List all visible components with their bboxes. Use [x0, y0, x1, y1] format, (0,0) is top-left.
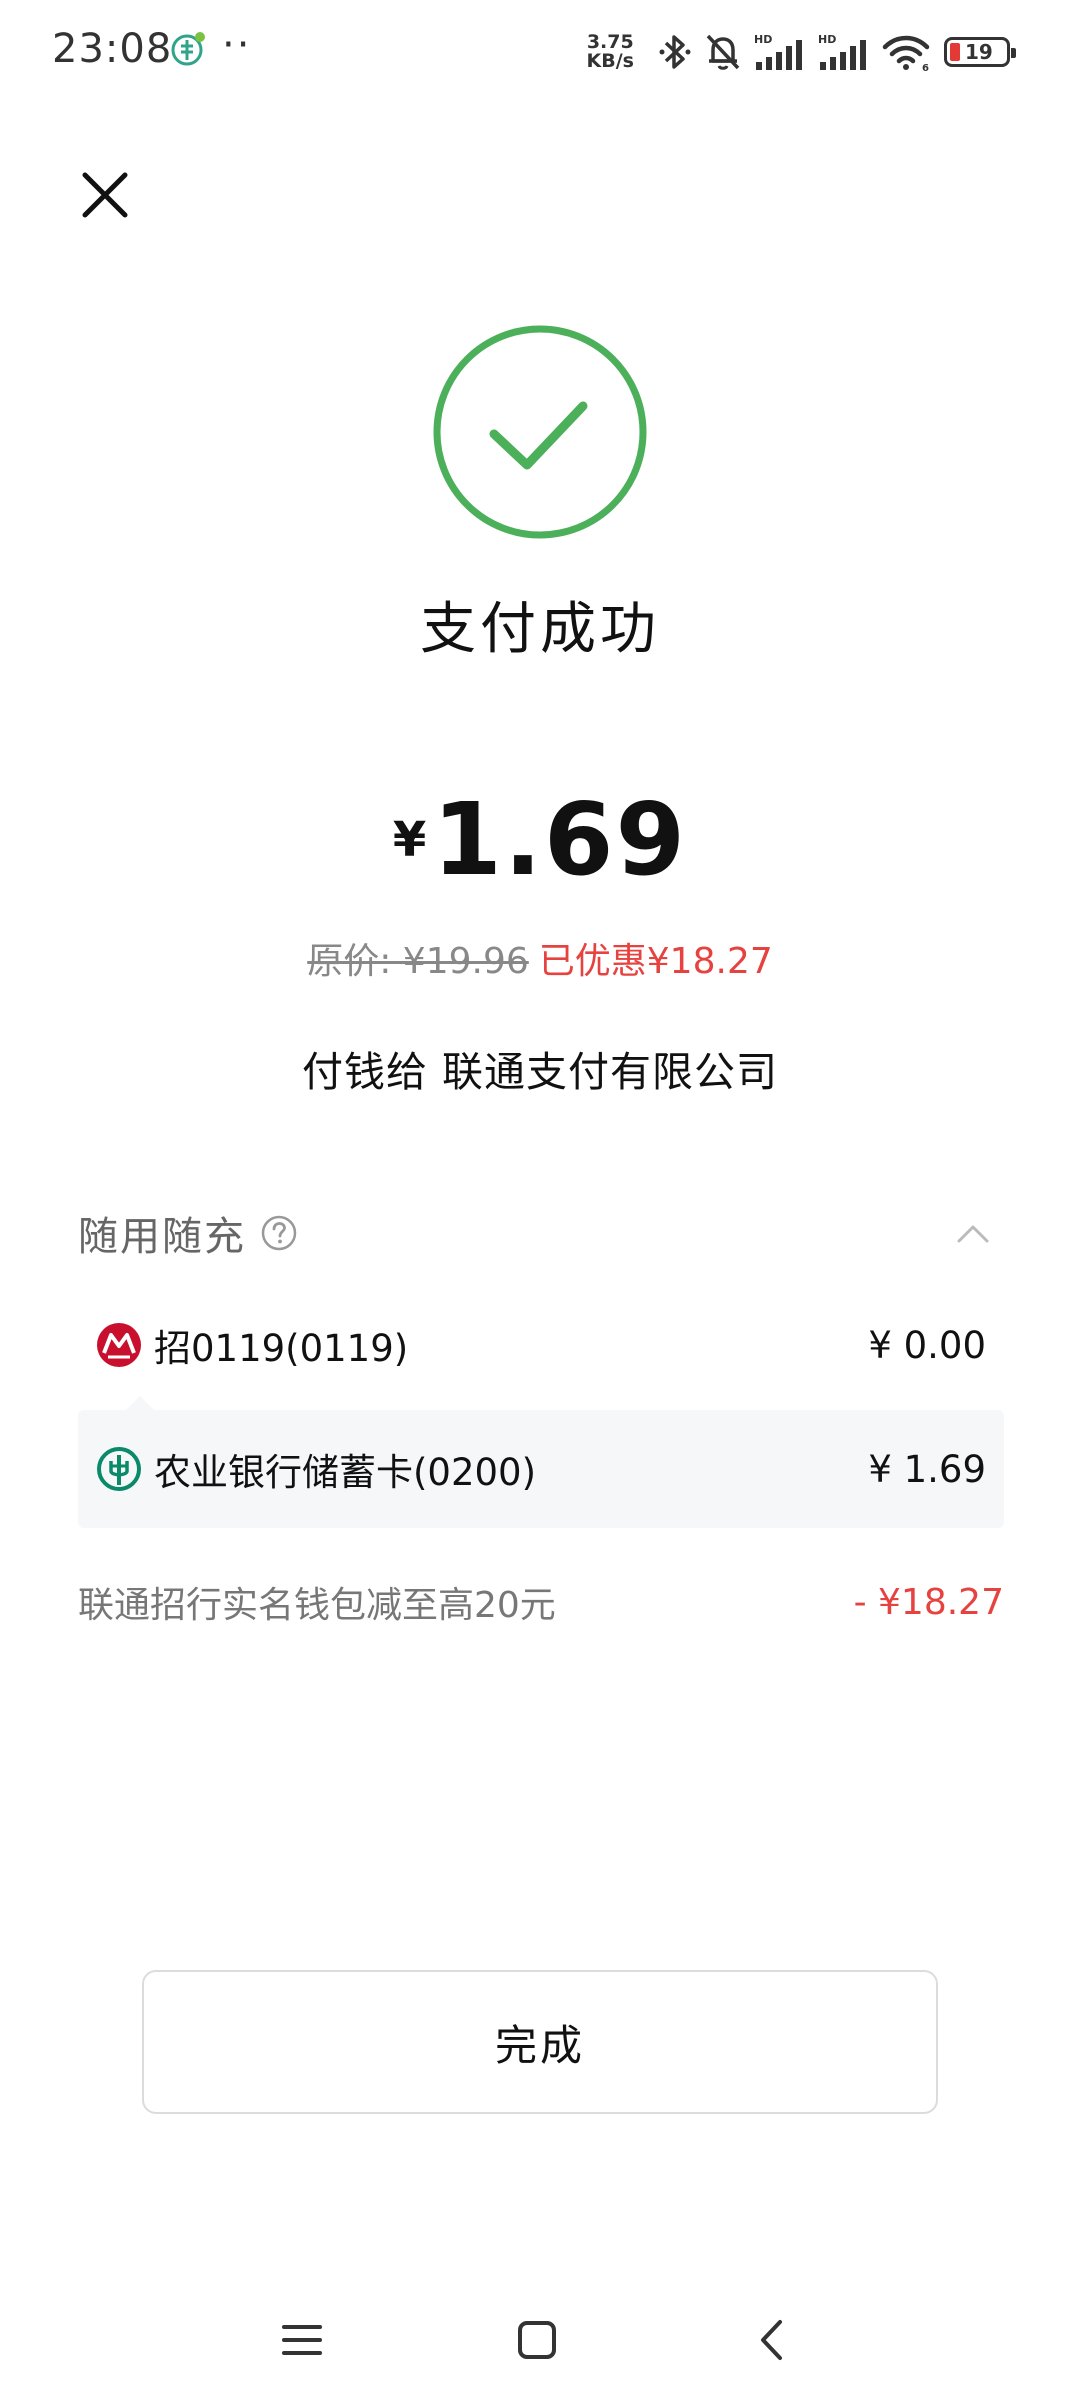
- system-nav-bar: [0, 2290, 1080, 2380]
- nav-home-button[interactable]: [507, 2310, 567, 2370]
- discount-info: 原价: ¥19.96 已优惠¥18.27: [0, 932, 1080, 984]
- status-bar: 23:08 ·· 3.75 KB/s HD HD 6 19: [0, 0, 1080, 100]
- svg-text:6: 6: [922, 63, 929, 72]
- hd-signal-icon: HD: [754, 33, 802, 70]
- payment-method-row[interactable]: 农业银行储蓄卡(0200) ¥ 1.69: [78, 1410, 1004, 1528]
- battery-icon: 19: [944, 37, 1016, 67]
- amount-value: 1.69: [432, 781, 688, 898]
- battery-fill: [950, 43, 960, 61]
- payment-method-label: 农业银行储蓄卡(0200): [154, 1451, 537, 1494]
- promo-label: 联通招行实名钱包减至高20元: [78, 1585, 556, 1626]
- back-chevron-icon: [761, 2320, 782, 2360]
- payment-amount: ¥1.69: [0, 780, 1080, 900]
- network-speed: 3.75 KB/s: [587, 33, 634, 71]
- hd-signal-icon: HD: [818, 33, 866, 70]
- payment-method-amount: ¥ 0.00: [868, 1323, 986, 1367]
- nav-back-button[interactable]: [742, 2310, 802, 2370]
- original-price: 原价: ¥19.96: [307, 941, 529, 982]
- page-title: 支付成功: [420, 597, 660, 662]
- home-square-icon: [518, 2321, 556, 2359]
- close-icon: [82, 172, 128, 218]
- chevron-up-icon[interactable]: [954, 1215, 992, 1253]
- menu-icon: [282, 2325, 322, 2355]
- bluetooth-icon: [659, 35, 691, 69]
- svg-text:HD: HD: [754, 33, 772, 46]
- currency-symbol: ¥: [392, 812, 427, 868]
- payment-method-label: 招0119(0119): [154, 1327, 409, 1370]
- close-button[interactable]: [70, 160, 140, 230]
- app-notification-icon: [170, 30, 208, 68]
- nav-menu-button[interactable]: [272, 2310, 332, 2370]
- done-button[interactable]: 完成: [142, 1970, 938, 2114]
- selection-pointer: [126, 1396, 154, 1410]
- payment-method-amount: ¥ 1.69: [868, 1447, 986, 1491]
- question-circle-icon[interactable]: [260, 1214, 298, 1252]
- status-dots: ··: [222, 22, 252, 68]
- status-icons: 3.75 KB/s HD HD 6 19: [587, 28, 1016, 76]
- mute-bell-icon: [706, 34, 740, 70]
- battery-level: 19: [965, 40, 993, 64]
- payment-method-row[interactable]: 招0119(0119) ¥ 0.00: [78, 1286, 1004, 1404]
- wifi-icon: 6: [882, 35, 930, 72]
- payee: 付钱给 联通支付有限公司: [301, 1048, 779, 1096]
- promo-row: 联通招行实名钱包减至高20元 - ¥18.27: [78, 1572, 1004, 1632]
- battery-tip: [1011, 48, 1016, 58]
- cmb-bank-icon: [96, 1322, 142, 1368]
- status-time: 23:08: [52, 26, 173, 72]
- discount-amount: 已优惠¥18.27: [538, 941, 773, 982]
- svg-text:HD: HD: [818, 33, 836, 46]
- section-title: 随用随充: [78, 1214, 246, 1260]
- network-speed-unit: KB/s: [586, 50, 634, 72]
- payment-section-header[interactable]: 随用随充: [78, 1203, 1002, 1263]
- abc-bank-icon: [96, 1446, 142, 1492]
- promo-amount: - ¥18.27: [853, 1581, 1004, 1623]
- check-circle-icon: [431, 323, 649, 541]
